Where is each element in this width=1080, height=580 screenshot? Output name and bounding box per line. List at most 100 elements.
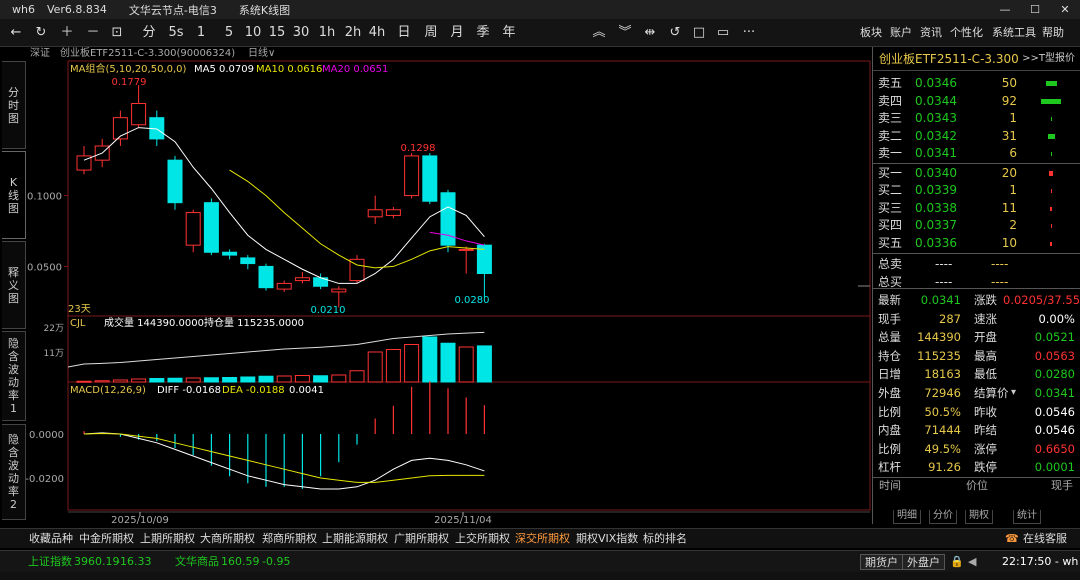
divider: [873, 253, 1080, 254]
tab-stats[interactable]: 统计: [1013, 510, 1041, 524]
oi-value: 持仓量 115235.0000: [204, 316, 304, 329]
external-account-button[interactable]: 外盘户: [902, 554, 945, 570]
level-bar: [1050, 206, 1052, 211]
period-4-button[interactable]: 10: [242, 23, 264, 43]
window-icon[interactable]: ▭: [714, 23, 732, 43]
bottom-tab-3[interactable]: 大商所期权: [200, 529, 255, 549]
tab-price-dist[interactable]: 分价: [929, 510, 957, 524]
period-0-button[interactable]: 分: [138, 23, 160, 43]
bid-row[interactable]: 买二 0.0339 1: [873, 182, 1080, 200]
headset-icon[interactable]: ☎: [1005, 529, 1019, 549]
lock-icon[interactable]: 🔒: [950, 551, 964, 573]
tab-detail[interactable]: 明细: [893, 510, 921, 524]
maximize-icon[interactable]: ☐: [1020, 0, 1050, 19]
level-label: 买一: [878, 165, 903, 180]
quote-panel: 创业板ETF2511-C-3.300 >>T型报价 卖五 0.0346 50 卖四 0.…: [872, 47, 1080, 524]
index2-value: 160.59: [221, 555, 260, 568]
minus-icon[interactable]: －: [84, 23, 102, 43]
bottom-tab-4[interactable]: 郑商所期权: [262, 529, 317, 549]
index1-name[interactable]: 上证指数: [28, 551, 72, 573]
quote-value: 71444: [924, 423, 961, 438]
menu-0[interactable]: 板块: [860, 23, 882, 43]
bottom-tab-7[interactable]: 上交所期权: [455, 529, 510, 549]
t-quote-link[interactable]: >>T型报价: [1022, 47, 1075, 71]
period-tool-icon[interactable]: ⊡: [108, 23, 126, 43]
menu-3[interactable]: 个性化: [950, 23, 983, 43]
futures-account-button[interactable]: 期货户: [860, 554, 903, 570]
period-9-button[interactable]: 4h: [366, 23, 388, 43]
ask-row[interactable]: 卖五 0.0346 50: [873, 75, 1080, 93]
bid-row[interactable]: 买五 0.0336 10: [873, 235, 1080, 253]
quote-label: 内盘: [878, 423, 901, 438]
quote-label: 昨收: [974, 404, 997, 419]
period-7-button[interactable]: 1h: [316, 23, 338, 43]
ticks-header: 时间 价位 现手: [873, 477, 1080, 495]
vol-tick-label: 22万: [44, 324, 64, 334]
down-double-icon[interactable]: ︾: [616, 23, 634, 43]
menu-5[interactable]: 帮助: [1042, 23, 1064, 43]
period-12-button[interactable]: 月: [446, 23, 468, 43]
menu-1[interactable]: 账户: [890, 23, 912, 43]
ask-row[interactable]: 卖一 0.0341 6: [873, 145, 1080, 163]
quote-value: 0.0205/37.55%: [1003, 293, 1080, 307]
close-icon[interactable]: ✕: [1050, 0, 1080, 19]
cjl-title: CJL: [70, 318, 86, 329]
dea-value: DEA -0.0188: [222, 385, 285, 396]
back-arrow-icon[interactable]: ↺: [666, 23, 684, 43]
period-2-button[interactable]: 1: [190, 23, 212, 43]
menu-4[interactable]: 系统工具: [992, 23, 1036, 43]
bottom-tab-1[interactable]: 中金所期权: [79, 529, 134, 549]
index1-change: -16.33: [116, 555, 152, 568]
menu-2[interactable]: 资讯: [920, 23, 942, 43]
bottom-tab-5[interactable]: 上期能源期权: [322, 529, 388, 549]
bid-row[interactable]: 买四 0.0337 2: [873, 217, 1080, 235]
period-5-button[interactable]: 15: [266, 23, 288, 43]
index2-name[interactable]: 文华商品: [175, 551, 219, 573]
quote-value: 18163: [924, 367, 961, 382]
ask-row[interactable]: 卖三 0.0343 1: [873, 110, 1080, 128]
bottom-tab-10[interactable]: 标的排名: [643, 529, 687, 549]
refresh-icon[interactable]: ↻: [32, 23, 50, 43]
quote-value: 72946: [924, 386, 961, 400]
bottom-tab-8[interactable]: 深交所期权: [515, 529, 570, 549]
level-bar: [1041, 98, 1061, 104]
bottom-tab-9[interactable]: 期权VIX指数: [576, 529, 638, 549]
ask-row[interactable]: 卖四 0.0344 92: [873, 93, 1080, 111]
bottom-tab-0[interactable]: 收藏品种: [29, 529, 73, 549]
square-icon[interactable]: □: [690, 23, 708, 43]
quote-row: 总量 144390 开盘 0.0521: [873, 328, 1080, 347]
period-14-button[interactable]: 年: [498, 23, 520, 43]
quote-row: 持仓 115235 最高 0.0563: [873, 347, 1080, 366]
period-13-button[interactable]: 季: [472, 23, 494, 43]
bid-row[interactable]: 买三 0.0338 11: [873, 200, 1080, 218]
period-6-button[interactable]: 30: [290, 23, 312, 43]
quote-value: 0.0546: [1034, 423, 1075, 438]
kline-chart-area[interactable]: 0.1000 0.0500 0.1779 0.1298 0.0210 0.0280 23天 M…: [0, 47, 872, 527]
bottom-tab-6[interactable]: 广期所期权: [394, 529, 449, 549]
bottom-tab-2[interactable]: 上期所期权: [140, 529, 195, 549]
level-price: 0.0341: [915, 146, 957, 160]
period-8-button[interactable]: 2h: [342, 23, 364, 43]
period-10-button[interactable]: 日: [393, 23, 415, 43]
up-double-icon[interactable]: ︽: [590, 23, 608, 43]
online-service-link[interactable]: 在线客服: [1023, 529, 1067, 549]
minimize-icon[interactable]: —: [990, 0, 1020, 19]
sound-icon[interactable]: ◀: [968, 551, 976, 573]
level-bar: [1050, 189, 1052, 193]
crosshair-icon[interactable]: ⇹: [641, 23, 659, 43]
level-label: 卖二: [878, 128, 903, 143]
quote-row: 杠杆 91.26 跌停 0.0001: [873, 458, 1080, 477]
tab-options[interactable]: 期权: [965, 510, 993, 524]
bid-row[interactable]: 买一 0.0340 20: [873, 165, 1080, 183]
clock-time: 22:17:50 - wh: [1002, 555, 1079, 568]
ask-row[interactable]: 卖二 0.0342 31: [873, 128, 1080, 146]
settlement-dropdown-icon[interactable]: ▾: [1011, 384, 1016, 403]
server-node[interactable]: 文华云节点-电信3: [129, 2, 217, 18]
period-1-button[interactable]: 5s: [165, 23, 187, 43]
quote-row: 内盘 71444 昨结 0.0546: [873, 421, 1080, 440]
period-3-button[interactable]: 5: [218, 23, 240, 43]
more-icon[interactable]: ···: [740, 23, 758, 43]
back-icon[interactable]: ←: [8, 23, 24, 43]
add-icon[interactable]: ＋: [58, 23, 76, 43]
period-11-button[interactable]: 周: [420, 23, 442, 43]
